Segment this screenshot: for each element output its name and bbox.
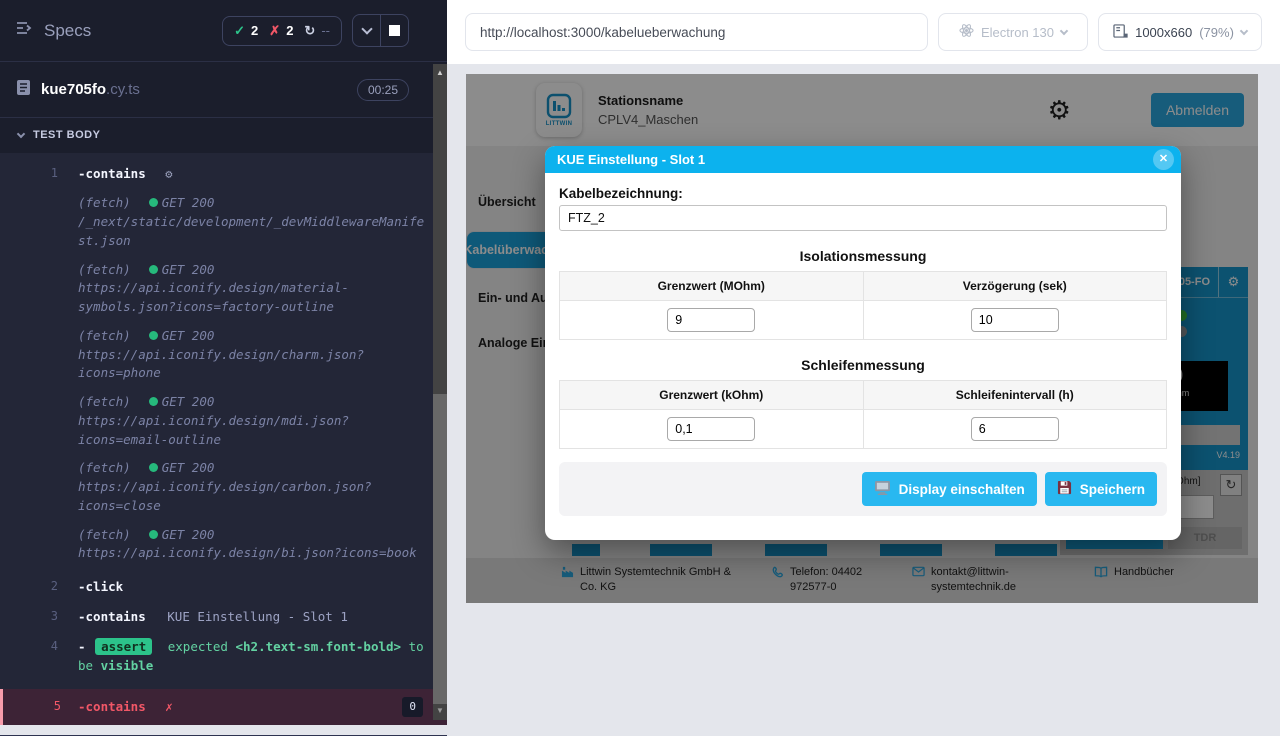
isolation-section-title: Isolationsmessung (559, 248, 1167, 264)
gear-icon: ⚙ (165, 167, 172, 181)
success-dot-icon (149, 463, 158, 472)
collapse-runs-button[interactable] (353, 15, 380, 46)
modal-title: KUE Einstellung - Slot 1 (557, 152, 705, 167)
loop-col1-header: Grenzwert (kOhm) (560, 381, 864, 410)
command-contains-1[interactable]: 1 -contains ⚙ (0, 159, 447, 189)
command-contains-3[interactable]: 3 -contains KUE Einstellung - Slot 1 (0, 602, 447, 632)
test-body-section[interactable]: TEST BODY (0, 118, 447, 152)
run-stats: ✓2 ✗2 ↻-- (222, 16, 342, 46)
spec-row[interactable]: kue705fo.cy.ts 00:25 (0, 62, 447, 118)
isolation-col2-header: Verzögerung (sek) (863, 272, 1167, 301)
fail-x-icon: ✗ (165, 699, 173, 714)
failed-stat: ✗2 (269, 23, 293, 39)
assert-badge: assert (95, 638, 152, 655)
aut-toolbar: http://localhost:3000/kabelueberwachung … (447, 0, 1280, 64)
fetch-url: https://api.iconify.design/material-symb… (78, 279, 425, 317)
passed-stat: ✓2 (234, 23, 258, 39)
electron-icon (959, 23, 974, 41)
viewport-select[interactable]: 1000x660 (79%) (1098, 13, 1262, 51)
isolation-table: Grenzwert (MOhm) Verzögerung (sek) (559, 271, 1167, 340)
close-icon[interactable]: ✕ (1153, 149, 1174, 170)
fetch-log-2[interactable]: (fetch)GET 200 https://api.iconify.desig… (0, 256, 447, 322)
loop-section-title: Schleifenmessung (559, 357, 1167, 373)
specs-list-icon[interactable] (16, 21, 34, 40)
spec-duration-badge: 00:25 (357, 79, 409, 101)
loop-table: Grenzwert (kOhm) Schleifenintervall (h) (559, 380, 1167, 449)
fetch-log-6[interactable]: (fetch)GET 200 https://api.iconify.desig… (0, 521, 447, 569)
modal-body: Kabelbezeichnung: Isolationsmessung Gren… (545, 173, 1181, 516)
reporter-header: Specs ✓2 ✗2 ↻-- (0, 0, 447, 62)
browser-select[interactable]: Electron 130 (938, 13, 1088, 51)
isolation-delay-input[interactable] (971, 308, 1059, 332)
isolation-col1-header: Grenzwert (MOhm) (560, 272, 864, 301)
command-assert[interactable]: 4 - assert expected <h2.text-sm.font-bol… (0, 632, 447, 680)
chevron-down-icon (1060, 27, 1068, 35)
chevron-down-icon (17, 129, 25, 137)
fetch-url: https://api.iconify.design/mdi.json?icon… (78, 412, 425, 450)
cable-name-label: Kabelbezeichnung: (559, 186, 1167, 201)
chevron-down-icon (1240, 27, 1248, 35)
reporter-scrollbar[interactable]: ▲ ▼ (433, 64, 447, 720)
success-dot-icon (149, 397, 158, 406)
specs-title: Specs (44, 21, 91, 41)
retry-count-badge: 0 (402, 697, 423, 717)
command-click[interactable]: 2 -click (0, 572, 447, 602)
fetch-url: https://api.iconify.design/carbon.json?i… (78, 478, 425, 516)
scroll-up-arrow-icon[interactable]: ▲ (433, 66, 447, 80)
floppy-disk-icon (1057, 480, 1072, 498)
stop-run-button[interactable] (381, 15, 408, 46)
command-log: 1 -contains ⚙ (fetch)GET 200 /_next/stat… (0, 153, 447, 720)
fetch-log-3[interactable]: (fetch)GET 200 https://api.iconify.desig… (0, 322, 447, 388)
app-under-test: LITTWIN Stationsname CPLV4_Maschen ⚙ Abm… (466, 74, 1258, 603)
x-icon: ✗ (269, 23, 280, 39)
loop-limit-input[interactable] (667, 417, 755, 441)
pending-stat: ↻-- (304, 23, 330, 39)
chevron-down-icon (361, 23, 372, 34)
fetch-url: /_next/static/development/_devMiddleware… (78, 213, 425, 251)
scrollbar-thumb[interactable] (433, 394, 447, 704)
modal-footer: Display einschalten Speichern (559, 462, 1167, 516)
kue-settings-modal: KUE Einstellung - Slot 1 ✕ Kabelbezeichn… (545, 146, 1181, 540)
stop-icon (389, 25, 400, 36)
viewport-icon (1113, 24, 1128, 41)
fetch-url: https://api.iconify.design/bi.json?icons… (78, 544, 425, 563)
scroll-down-arrow-icon[interactable]: ▼ (433, 704, 447, 718)
modal-title-bar: KUE Einstellung - Slot 1 ✕ (545, 146, 1181, 173)
success-dot-icon (149, 265, 158, 274)
save-button[interactable]: Speichern (1045, 472, 1157, 506)
address-bar[interactable]: http://localhost:3000/kabelueberwachung (465, 13, 928, 51)
spec-name: kue705fo.cy.ts (41, 81, 140, 98)
run-controls (352, 14, 409, 47)
success-dot-icon (149, 530, 158, 539)
cable-name-input[interactable] (559, 205, 1167, 231)
fetch-log-4[interactable]: (fetch)GET 200 https://api.iconify.desig… (0, 388, 447, 454)
loop-interval-input[interactable] (971, 417, 1059, 441)
fetch-log-1[interactable]: (fetch)GET 200 /_next/static/development… (0, 189, 447, 255)
monitor-icon (874, 480, 891, 498)
spec-file-icon (16, 79, 31, 101)
cypress-reporter-panel: Specs ✓2 ✗2 ↻-- kue705fo.cy.ts 00:25 TES… (0, 0, 447, 720)
success-dot-icon (149, 331, 158, 340)
display-on-button[interactable]: Display einschalten (862, 472, 1037, 506)
fetch-log-5[interactable]: (fetch)GET 200 https://api.iconify.desig… (0, 454, 447, 520)
isolation-limit-input[interactable] (667, 308, 755, 332)
fetch-url: https://api.iconify.design/charm.json?ic… (78, 346, 425, 384)
loop-col2-header: Schleifenintervall (h) (863, 381, 1167, 410)
success-dot-icon (149, 198, 158, 207)
restart-icon: ↻ (304, 23, 315, 39)
command-contains-failed[interactable]: 5 -contains ✗ 0 (0, 689, 447, 725)
check-icon: ✓ (234, 23, 245, 39)
